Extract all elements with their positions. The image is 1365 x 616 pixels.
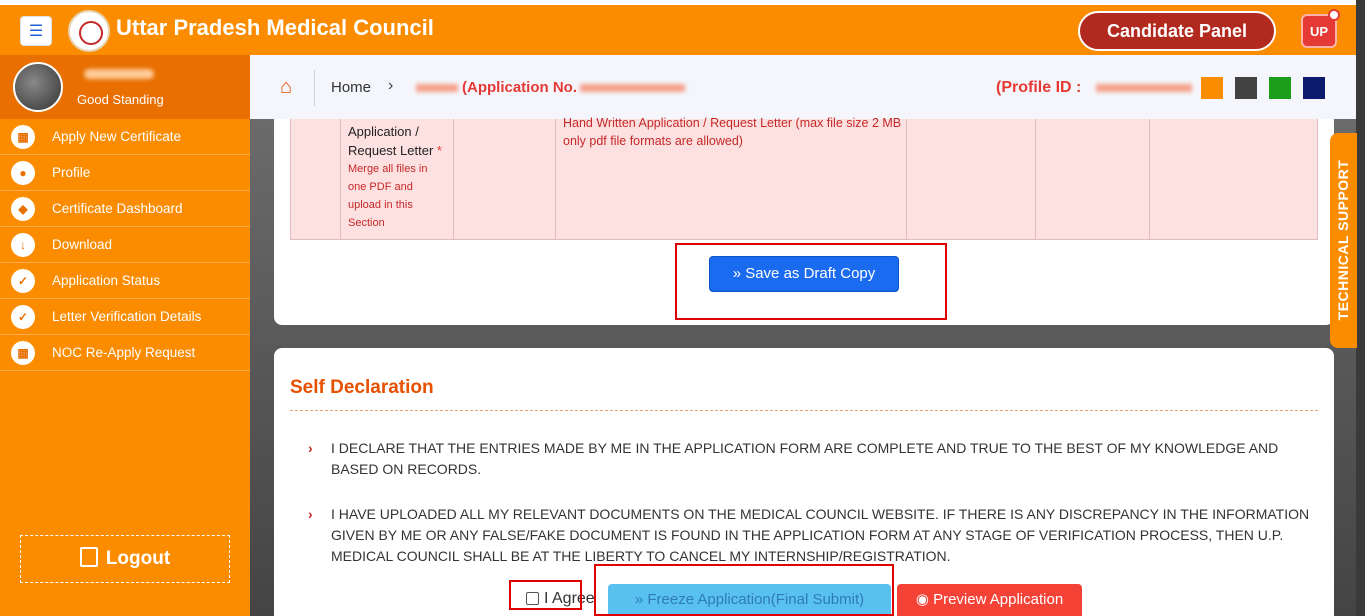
highlight-box: [594, 564, 894, 616]
document-description: Hand Written Application / Request Lette…: [563, 116, 902, 148]
document-title-text: Application / Request Letter: [348, 124, 434, 158]
document-title: Application / Request Letter *: [348, 122, 448, 160]
required-marker: *: [436, 143, 442, 158]
download-icon: ↓: [11, 233, 35, 257]
declaration-item: I DECLARE THAT THE ENTRIES MADE BY ME IN…: [331, 440, 1279, 477]
sidebar-item-profile[interactable]: ● Profile: [0, 155, 250, 191]
table-cell-divider: [453, 119, 454, 240]
theme-swatch-green[interactable]: [1269, 77, 1291, 99]
chevron-right-icon: ›: [388, 77, 394, 94]
sidebar-item-noc-reapply[interactable]: ▦ NOC Re-Apply Request: [0, 335, 250, 371]
grid-icon: ▦: [11, 125, 35, 149]
sidebar-item-label: Profile: [52, 165, 91, 180]
section-title: Self Declaration: [290, 377, 434, 398]
logout-icon: [79, 547, 98, 567]
theme-swatch-orange[interactable]: [1201, 77, 1223, 99]
shield-icon: ◆: [11, 197, 35, 221]
header-top-strip: [0, 0, 1356, 5]
table-cell-divider: [340, 119, 341, 240]
redacted-profile-id: [1096, 84, 1192, 92]
sidebar-item-label: Letter Verification Details: [52, 309, 202, 324]
preview-application-button[interactable]: ◉ Preview Application: [897, 584, 1082, 616]
home-icon[interactable]: ⌂: [275, 76, 297, 98]
council-seal-logo: [68, 10, 110, 52]
breadcrumb-home-link[interactable]: Home: [331, 79, 371, 96]
eye-icon: ◉: [915, 591, 934, 608]
sidebar-item-label: Download: [52, 237, 113, 252]
check-circle-icon: ✓: [11, 305, 35, 329]
theme-swatch-dark[interactable]: [1235, 77, 1257, 99]
check-circle-icon: ✓: [11, 269, 35, 293]
table-cell-divider: [1149, 119, 1150, 240]
sidebar-item-letter-verification[interactable]: ✓ Letter Verification Details: [0, 299, 250, 335]
table-cell-divider: [1035, 119, 1036, 240]
technical-support-label: TECHNICAL SUPPORT: [1335, 159, 1351, 321]
app-title: Uttar Pradesh Medical Council: [116, 15, 434, 40]
highlight-box: [509, 580, 582, 610]
sidebar-item-certificate-dashboard[interactable]: ◆ Certificate Dashboard: [0, 191, 250, 227]
application-number-label: (Application No.: [462, 79, 577, 96]
hamburger-icon[interactable]: ☰: [20, 16, 52, 46]
logout-button[interactable]: Logout: [20, 535, 230, 583]
chevron-right-icon: ›: [308, 440, 313, 456]
sidebar-item-label: Certificate Dashboard: [52, 201, 183, 216]
standing-status: Good Standing: [77, 92, 164, 107]
table-cell-divider: [906, 119, 907, 240]
sidebar-item-application-status[interactable]: ✓ Application Status: [0, 263, 250, 299]
notification-dot-icon: [1328, 9, 1340, 21]
chevron-right-icon: ›: [308, 506, 313, 522]
redacted-user-name: [84, 69, 154, 79]
logout-label: Logout: [105, 548, 171, 569]
highlight-box: [675, 243, 947, 320]
breadcrumb-divider: [314, 70, 315, 106]
candidate-panel-button[interactable]: Candidate Panel: [1078, 11, 1276, 51]
sidebar-item-label: NOC Re-Apply Request: [52, 345, 196, 360]
table-cell-divider: [555, 119, 556, 240]
sidebar-item-label: Apply New Certificate: [52, 129, 182, 144]
avatar[interactable]: [13, 62, 63, 112]
declaration-item: I HAVE UPLOADED ALL MY RELEVANT DOCUMENT…: [331, 506, 1310, 564]
theme-swatch-navy[interactable]: [1303, 77, 1325, 99]
grid-icon: ▦: [11, 341, 35, 365]
redacted-application-number: [580, 84, 685, 92]
sidebar-item-apply-new-certificate[interactable]: ▦ Apply New Certificate: [0, 119, 250, 155]
profile-id-label: (Profile ID :: [996, 79, 1082, 96]
document-note: Merge all files in one PDF and upload in…: [348, 163, 428, 229]
sidebar-item-download[interactable]: ↓ Download: [0, 227, 250, 263]
sidebar: Good Standing ▦ Apply New Certificate ● …: [0, 55, 250, 616]
preview-label: Preview Application: [933, 591, 1064, 608]
redacted-text: [416, 84, 458, 92]
sidebar-item-label: Application Status: [52, 273, 161, 288]
section-divider: [290, 410, 1318, 411]
sidebar-profile: Good Standing: [0, 55, 250, 119]
user-icon: ●: [11, 161, 35, 185]
